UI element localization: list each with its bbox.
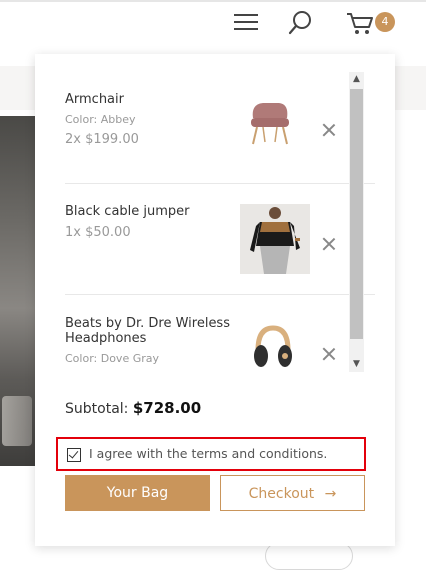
subtotal-label: Subtotal: (65, 401, 129, 417)
armchair-thumbnail[interactable] (245, 98, 295, 146)
jumper-thumbnail[interactable] (240, 204, 310, 274)
scroll-down-arrow[interactable]: ▼ (349, 357, 364, 372)
photo-vase (2, 396, 32, 446)
your-bag-button[interactable]: Your Bag (65, 475, 210, 511)
cart-scrollbar[interactable]: ▲ ▼ (349, 72, 364, 372)
terms-label[interactable]: I agree with the terms and conditions. (89, 446, 327, 461)
subtotal: Subtotal: $728.00 (65, 399, 201, 417)
scroll-up-arrow[interactable]: ▲ (349, 72, 364, 87)
cart-item: Black cable jumper 1x $50.00 (65, 204, 375, 304)
background-button[interactable] (265, 542, 353, 570)
subtotal-value: $728.00 (132, 399, 202, 417)
remove-item-icon[interactable] (322, 347, 336, 361)
cart-count-badge: 4 (375, 12, 395, 32)
background-photo (0, 116, 36, 466)
cart-item: Armchair Color: Abbey 2x $199.00 (65, 92, 375, 192)
headphones-thumbnail[interactable] (253, 324, 293, 372)
mini-cart-dropdown: Armchair Color: Abbey 2x $199.00 Black c… (35, 54, 395, 546)
item-name[interactable]: Armchair (65, 92, 375, 107)
remove-item-icon[interactable] (322, 123, 336, 137)
item-divider (65, 183, 375, 184)
arrow-right-icon: → (324, 486, 337, 502)
cart-item: Beats by Dr. Dre Wireless Headphones Col… (65, 316, 375, 386)
scroll-thumb[interactable] (350, 89, 363, 339)
checkout-label: Checkout (248, 486, 315, 502)
search-icon[interactable] (288, 10, 314, 36)
terms-agreement[interactable]: I agree with the terms and conditions. (56, 437, 366, 471)
checkout-button[interactable]: Checkout → (220, 475, 365, 511)
item-divider (65, 294, 375, 295)
remove-item-icon[interactable] (322, 237, 336, 251)
item-name[interactable]: Black cable jumper (65, 204, 375, 219)
terms-checkbox[interactable] (67, 448, 81, 462)
menu-icon[interactable] (233, 10, 259, 36)
cart-icon[interactable] (346, 10, 374, 36)
header-border (0, 0, 426, 2)
item-name[interactable]: Beats by Dr. Dre Wireless Headphones (65, 316, 235, 346)
